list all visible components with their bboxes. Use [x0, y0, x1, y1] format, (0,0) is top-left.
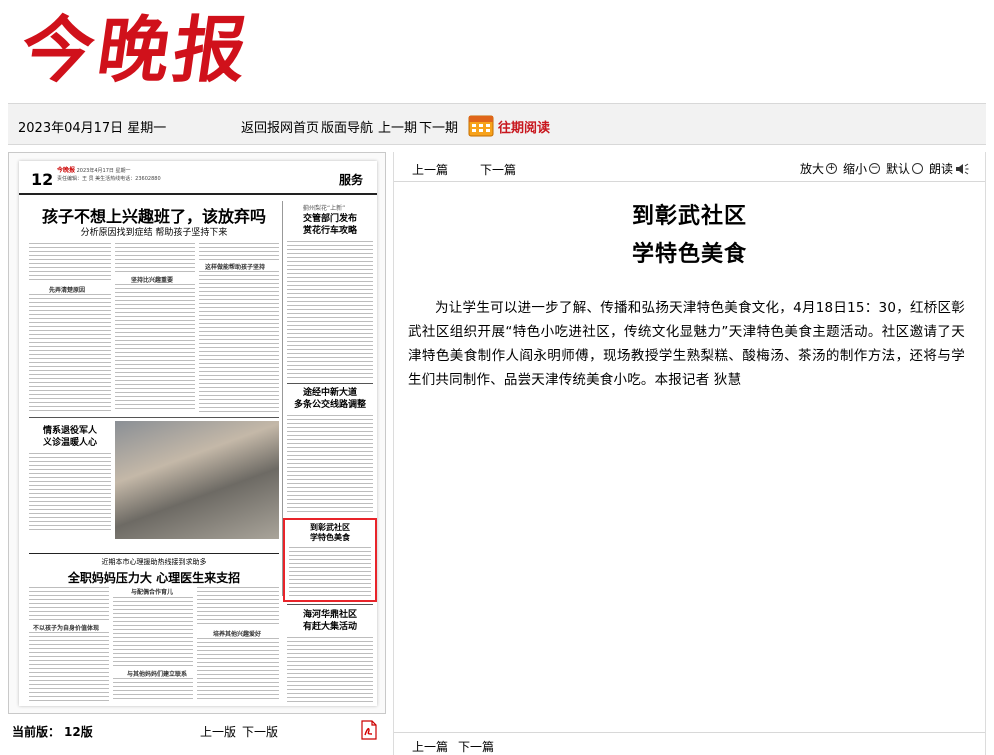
section-name: 服务 — [338, 173, 363, 187]
bottom-next-article-link[interactable]: 下一篇 — [458, 738, 494, 755]
plus-circle-icon: + — [825, 163, 837, 174]
reading-tools: 放大 + 缩小 − 默认 朗读 — [794, 160, 969, 177]
current-edition-label: 当前版： — [12, 725, 61, 739]
article-title-line1: 到彰武社区 — [631, 204, 747, 229]
date-toolbar: 2023年04月17日 星期一 返回报网首页 版面导航 上一期 下一期 往期阅读 — [8, 103, 986, 145]
text-block — [197, 638, 279, 702]
text-block — [29, 632, 109, 702]
side-kicker: 蓟州梨花“上新” — [303, 205, 346, 212]
prev-edition-link[interactable]: 上一版 — [200, 723, 236, 740]
page-nav-link[interactable]: 版面导航 — [321, 117, 373, 136]
page-subheadline: 分析原因找到症结 帮助孩子坚持下来 — [80, 228, 228, 238]
text-block — [29, 243, 111, 283]
page-thumbnail-panel: 12 今晚报 2023年4月17日 星期一 责任编辑：王 员 美生活热线电话：2… — [8, 152, 386, 714]
text-block — [115, 284, 195, 412]
masthead: 今晚报 — [0, 0, 994, 100]
mini-masthead: 今晚报 — [57, 167, 76, 174]
calendar-icon[interactable] — [468, 113, 494, 137]
edition-bar: 当前版： 12版 上一版 下一版 — [8, 718, 386, 744]
minus-circle-icon: − — [868, 163, 880, 174]
side-story-title[interactable]: 途经中新大道 多条公交线路调整 — [287, 387, 373, 411]
bottom-prev-article-link[interactable]: 上一篇 — [412, 738, 448, 755]
page-headline[interactable]: 孩子不想上兴趣班了，该放弃吗 — [29, 203, 279, 227]
speaker-icon — [956, 163, 969, 174]
issue-date: 2023年04月17日 星期一 — [18, 121, 167, 136]
divider — [29, 417, 279, 418]
home-link[interactable]: 返回报网首页 — [241, 117, 319, 136]
page-number: 12 — [31, 170, 54, 189]
text-block — [287, 637, 373, 702]
read-aloud-label: 朗读 — [928, 162, 953, 176]
text-block — [29, 294, 111, 412]
text-block — [29, 587, 109, 621]
circle-icon — [911, 163, 923, 174]
divider — [287, 604, 373, 605]
text-block — [287, 415, 373, 515]
article-title-line2: 学特色美食 — [631, 242, 747, 267]
mini-heading: 与其他妈妈们建立联系 — [127, 671, 188, 678]
meta-date: 2023年4月17日 星期一 — [76, 168, 131, 174]
read-aloud-button[interactable]: 朗读 — [929, 160, 969, 177]
default-size-button[interactable]: 默认 — [886, 160, 923, 177]
text-block — [199, 271, 279, 413]
current-edition: 12版 — [64, 725, 93, 739]
newspaper-page-image[interactable]: 12 今晚报 2023年4月17日 星期一 责任编辑：王 员 美生活热线电话：2… — [19, 161, 377, 706]
newspaper-logo[interactable]: 今晚报 — [15, 2, 257, 98]
meta-editor: 责任编辑：王 员 美生活热线电话：23602880 — [57, 176, 161, 182]
mini-heading: 坚持比兴趣重要 — [131, 277, 174, 284]
article-panel: 上一篇 下一篇 放大 + 缩小 − 默认 朗读 到彰武社区 学特色美食 为让学生… — [393, 152, 986, 755]
zoom-in-button[interactable]: 放大 + — [800, 160, 837, 177]
text-block — [197, 587, 279, 627]
bottom-kicker: 近期本市心理援助热线接到求助多 — [101, 558, 207, 566]
default-label: 默认 — [885, 162, 910, 176]
zoom-out-label: 缩小 — [842, 162, 867, 176]
prev-article-link[interactable]: 上一篇 — [412, 161, 448, 178]
text-block — [199, 243, 279, 261]
text-block — [113, 678, 193, 702]
zoom-in-label: 放大 — [799, 162, 824, 176]
mini-heading: 这样做能帮助孩子坚持 — [205, 264, 266, 271]
text-block — [29, 453, 111, 533]
side-story-title[interactable]: 海河华鼎社区 有赶大集活动 — [287, 609, 373, 633]
next-edition-link[interactable]: 下一版 — [242, 723, 278, 740]
zoom-out-button[interactable]: 缩小 − — [843, 160, 880, 177]
page-meta: 今晚报 2023年4月17日 星期一 责任编辑：王 员 美生活热线电话：2360… — [57, 167, 161, 183]
divider — [287, 383, 373, 384]
mini-heading: 不以孩子为自身价值体现 — [33, 625, 100, 632]
mini-heading: 先弄清楚原因 — [49, 287, 86, 294]
text-block — [287, 241, 373, 379]
divider — [29, 553, 279, 554]
news-photo[interactable] — [115, 421, 279, 539]
prev-issue-link[interactable]: 上一期 — [378, 117, 417, 136]
article-bottom-bar: 上一篇 下一篇 — [394, 732, 985, 755]
past-issues-link[interactable]: 往期阅读 — [498, 117, 550, 136]
pdf-icon[interactable] — [360, 720, 378, 740]
side-story-title[interactable]: 交管部门发布 赏花行车攻略 — [287, 213, 373, 237]
text-block — [289, 547, 371, 597]
text-block — [115, 243, 195, 273]
mini-heading: 培养其他兴趣爱好 — [213, 631, 262, 638]
next-article-link[interactable]: 下一篇 — [480, 161, 516, 178]
bottom-headline[interactable]: 全职妈妈压力大 心理医生来支招 — [29, 569, 279, 586]
text-block — [113, 597, 193, 667]
highlight-title: 到彰武社区 学特色美食 — [310, 523, 350, 542]
mini-heading: 与配偶合作育儿 — [131, 589, 174, 596]
article-toolbar: 上一篇 下一篇 放大 + 缩小 − 默认 朗读 — [394, 152, 985, 182]
page-header: 12 今晚报 2023年4月17日 星期一 责任编辑：王 员 美生活热线电话：2… — [19, 161, 377, 195]
article-body: 为让学生可以进一步了解、传播和弘扬天津特色美食文化，4月18日15：30，红桥区… — [408, 300, 965, 388]
next-issue-link[interactable]: 下一期 — [419, 117, 458, 136]
photo-feature-title[interactable]: 情系退役军人 义诊温暖人心 — [29, 425, 111, 449]
